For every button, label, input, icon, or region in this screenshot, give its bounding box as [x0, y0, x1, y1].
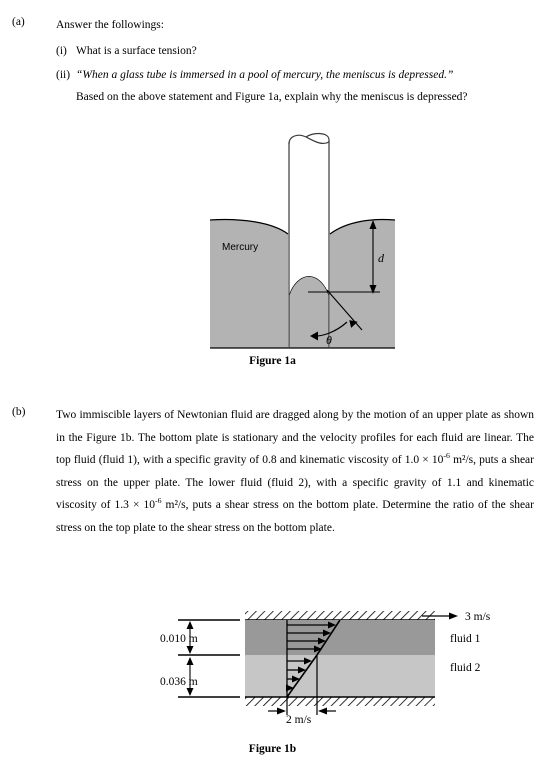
question-part-b: (b) Two immiscible layers of Newtonian f…: [12, 404, 537, 539]
part-a-stem: Answer the followings:: [56, 19, 164, 31]
figure-1b-top-velocity-label: 3 m/s: [465, 611, 491, 623]
part-a-item-i: (i) What is a surface tension?: [56, 41, 526, 61]
figure-1b-lower-plate: [245, 696, 435, 706]
part-b-label: (b): [12, 406, 26, 418]
figure-1a-depth-label: d: [378, 251, 385, 265]
figure-1b-caption: Figure 1b: [248, 743, 297, 755]
figure-1b-interface-velocity-label: 2 m/s: [286, 714, 312, 726]
question-part-a: (a) Answer the followings: (i) What is a…: [12, 14, 537, 107]
figure-1b-fluid-2-label: fluid 2: [450, 662, 481, 674]
part-a-item-ii: (ii) “When a glass tube is immersed in a…: [56, 65, 526, 107]
figure-1b-thickness-2-dimension: 0.036 m: [160, 657, 240, 698]
figure-1b-fluid-1-label: fluid 1: [450, 633, 481, 645]
figure-1b-thickness-2-label: 0.036 m: [160, 676, 198, 688]
figure-1b-thickness-1-label: 0.010 m: [160, 633, 198, 645]
part-a-item-i-text: What is a surface tension?: [76, 44, 197, 57]
figure-1b-thickness-1-dimension: 0.010 m: [160, 619, 240, 656]
part-a-item-ii-body: “When a glass tube is immersed in a pool…: [76, 65, 526, 107]
figure-1a-drawing: Mercury d θ: [209, 133, 396, 349]
part-a-item-ii-marker: (ii): [56, 68, 71, 81]
figure-1a-liquid-label: Mercury: [222, 242, 258, 253]
figure-1a: Mercury d θ: [209, 130, 396, 349]
figure-1b-interface-velocity-callout: 2 m/s: [268, 707, 336, 726]
figure-1a-caption: Figure 1a: [249, 355, 296, 367]
figure-1b-fluid-2-block: [245, 655, 435, 697]
part-a-item-ii-quote: “When a glass tube is immersed in a pool…: [76, 68, 454, 81]
figure-1b-drawing: 3 m/s fluid 1 fluid 2 0.010 m 0.036 m 2 …: [160, 611, 491, 726]
part-a-item-i-marker: (i): [56, 44, 67, 57]
figure-1a-angle-label: θ: [326, 333, 332, 347]
figure-1b-fluid-1-block: [245, 620, 435, 655]
part-a-body: Answer the followings: (i) What is a sur…: [56, 14, 526, 107]
part-b-body: Two immiscible layers of Newtonian fluid…: [56, 404, 534, 539]
part-a-item-ii-text: Based on the above statement and Figure …: [76, 90, 468, 103]
figure-1b-upper-plate: [245, 611, 435, 621]
part-a-label: (a): [12, 16, 25, 28]
figure-1b: 3 m/s fluid 1 fluid 2 0.010 m 0.036 m 2 …: [160, 605, 545, 730]
